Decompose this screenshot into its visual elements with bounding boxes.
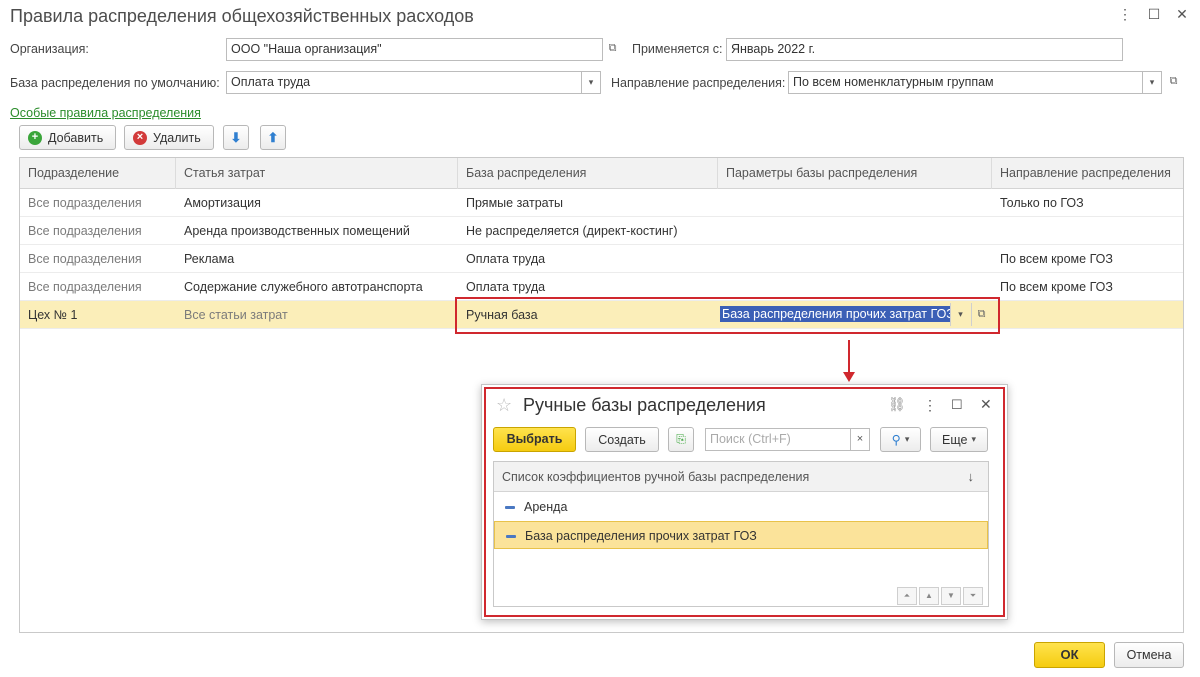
popup-maximize-icon[interactable]: ☐ <box>951 397 963 413</box>
sort-arrow-icon[interactable]: ↓ <box>968 462 975 492</box>
cell-cost-item: Реклама <box>184 252 235 266</box>
cell-direction: По всем кроме ГОЗ <box>1000 280 1113 294</box>
col-header-base-params[interactable]: Параметры базы распределения <box>718 158 992 189</box>
clear-search-icon[interactable]: × <box>851 428 870 451</box>
list-item-label: Аренда <box>524 500 568 514</box>
coefficients-list: Список коэффициентов ручной базы распред… <box>493 461 989 607</box>
base-label: База распределения по умолчанию: <box>10 76 220 90</box>
list-item-selected[interactable]: База распределения прочих затрат ГОЗ <box>494 521 988 549</box>
cell-direction: Только по ГОЗ <box>1000 196 1084 210</box>
base-params-value: База распределения прочих затрат ГОЗ <box>720 306 950 322</box>
cell-direction <box>992 217 1185 245</box>
org-field[interactable]: ООО "Наша организация" <box>226 38 603 61</box>
create-button[interactable]: Создать <box>585 427 659 452</box>
base-dropdown-icon[interactable]: ▾ <box>582 71 601 94</box>
list-header-label: Список коэффициентов ручной базы распред… <box>502 470 810 484</box>
arrow-up-icon: ⬆ <box>267 129 279 145</box>
popup-menu-icon[interactable]: ⋮ <box>923 397 937 414</box>
params-dropdown-icon[interactable]: ▾ <box>950 303 970 326</box>
table-row[interactable]: Все подразделения Амортизация Прямые зат… <box>20 189 1183 217</box>
nav-last-icon[interactable]: ⏷ <box>963 587 983 605</box>
cell-cost-item: Аренда производственных помещений <box>184 224 410 238</box>
col-header-base[interactable]: База распределения <box>458 158 718 189</box>
cell-base: Оплата труда <box>466 252 546 266</box>
col-header-department[interactable]: Подразделение <box>20 158 176 189</box>
item-icon <box>506 535 516 538</box>
arrow-down-icon: ⬇ <box>230 129 242 145</box>
base-field[interactable]: Оплата труда <box>226 71 582 94</box>
org-label: Организация: <box>10 42 89 56</box>
open-icon[interactable]: ⧉ <box>603 38 622 61</box>
list-header[interactable]: Список коэффициентов ручной базы распред… <box>494 462 988 492</box>
maximize-icon[interactable]: ☐ <box>1146 6 1162 23</box>
cell-direction <box>992 301 1185 329</box>
cell-base-params <box>718 217 992 245</box>
col-header-direction[interactable]: Направление распределения <box>992 158 1185 189</box>
chevron-down-icon: ▾ <box>904 434 910 444</box>
cell-base-params <box>718 245 992 273</box>
direction-dropdown-icon[interactable]: ▾ <box>1143 71 1162 94</box>
nav-down-icon[interactable]: ▼ <box>941 587 961 605</box>
copy-button[interactable]: ⎘ <box>668 427 694 452</box>
select-button[interactable]: Выбрать <box>493 427 576 452</box>
table-row[interactable]: Все подразделения Аренда производственны… <box>20 217 1183 245</box>
cell-department: Цех № 1 <box>28 308 78 322</box>
chevron-down-icon: ▾ <box>971 434 976 444</box>
direction-field[interactable]: По всем номенклатурным группам <box>788 71 1143 94</box>
cancel-button[interactable]: Отмена <box>1114 642 1184 668</box>
delete-icon: × <box>133 130 147 145</box>
params-open-icon[interactable]: ⧉ <box>971 303 991 326</box>
delete-button-label: Удалить <box>153 130 201 145</box>
more-button-label: Еще <box>942 432 968 447</box>
search-icon: ⚲ <box>891 433 901 447</box>
ok-button[interactable]: ОК <box>1034 642 1105 668</box>
direction-label: Направление распределения: <box>611 76 786 90</box>
move-up-button[interactable]: ⬆ <box>260 125 286 150</box>
list-item-label: База распределения прочих затрат ГОЗ <box>525 529 757 543</box>
link-icon[interactable]: ⛓ <box>888 396 906 413</box>
table-row[interactable]: Все подразделения Реклама Оплата труда П… <box>20 245 1183 273</box>
cell-base: Не распределяется (директ-костинг) <box>466 224 678 238</box>
cell-direction: По всем кроме ГОЗ <box>1000 252 1113 266</box>
applies-label: Применяется с: <box>632 42 723 56</box>
move-down-button[interactable]: ⬇ <box>223 125 249 150</box>
annotation-arrow-icon <box>843 340 855 382</box>
cell-base: Прямые затраты <box>466 196 564 210</box>
cell-department: Все подразделения <box>28 224 142 238</box>
cell-department: Все подразделения <box>28 252 142 266</box>
search-button[interactable]: ⚲ ▾ <box>880 427 921 452</box>
special-rules-link[interactable]: Особые правила распределения <box>10 106 201 120</box>
add-button[interactable]: + Добавить <box>19 125 116 150</box>
cell-base-params <box>718 189 992 217</box>
nav-up-icon[interactable]: ▲ <box>919 587 939 605</box>
add-button-label: Добавить <box>48 130 104 145</box>
close-icon[interactable]: ✕ <box>1174 6 1190 23</box>
plus-icon: + <box>28 130 42 145</box>
delete-button[interactable]: × Удалить <box>124 125 214 150</box>
popup-close-icon[interactable]: ✕ <box>980 396 992 413</box>
direction-open-icon[interactable]: ⧉ <box>1164 71 1183 94</box>
search-input[interactable]: Поиск (Ctrl+F) <box>705 428 851 451</box>
table-header: Подразделение Статья затрат База распред… <box>20 158 1183 189</box>
base-params-editor[interactable]: База распределения прочих затрат ГОЗ <box>720 303 950 326</box>
applies-field[interactable]: Январь 2022 г. <box>726 38 1123 61</box>
list-item[interactable]: Аренда <box>494 493 988 521</box>
item-icon <box>505 506 515 509</box>
more-button[interactable]: Еще ▾ <box>930 427 988 452</box>
copy-icon: ⎘ <box>676 432 686 446</box>
cell-cost-item: Содержание служебного автотранспорта <box>184 280 423 294</box>
more-menu-icon[interactable]: ⋮ <box>1117 6 1133 23</box>
cell-department: Все подразделения <box>28 280 142 294</box>
cell-department: Все подразделения <box>28 196 142 210</box>
popup-title: Ручные базы распределения <box>523 395 766 415</box>
cell-cost-item: Амортизация <box>184 196 261 210</box>
nav-first-icon[interactable]: ⏶ <box>897 587 917 605</box>
window-title: Правила распределения общехозяйственных … <box>10 6 474 26</box>
col-header-cost-item[interactable]: Статья затрат <box>176 158 458 189</box>
cell-cost-item: Все статьи затрат <box>184 308 288 322</box>
favorite-star-icon[interactable]: ☆ <box>496 395 512 416</box>
